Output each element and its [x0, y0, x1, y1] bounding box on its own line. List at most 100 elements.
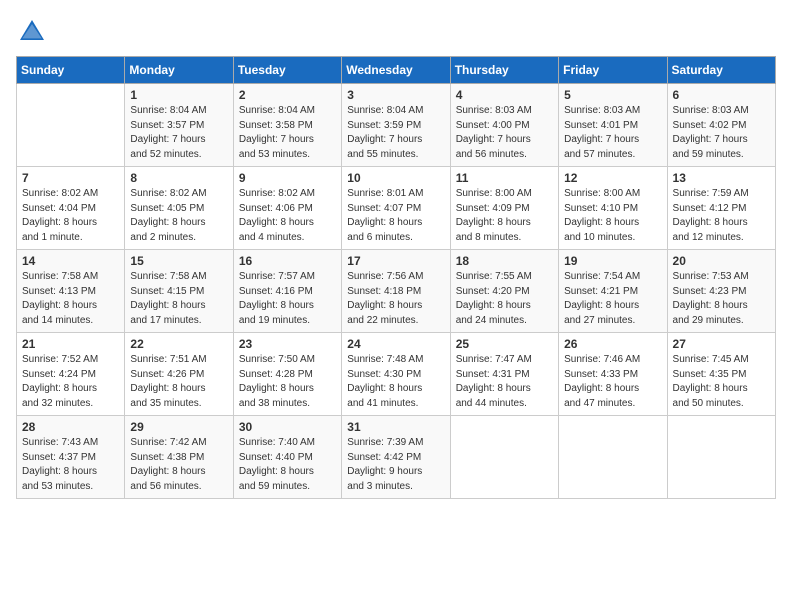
- day-number: 24: [347, 337, 444, 351]
- calendar-cell: 9 Sunrise: 8:02 AM Sunset: 4:06 PM Daylig…: [233, 167, 341, 250]
- day-header-saturday: Saturday: [667, 57, 775, 84]
- calendar-cell: [559, 416, 667, 499]
- day-number: 25: [456, 337, 553, 351]
- calendar-cell: 2 Sunrise: 8:04 AM Sunset: 3:58 PM Daylig…: [233, 84, 341, 167]
- day-header-tuesday: Tuesday: [233, 57, 341, 84]
- day-number: 23: [239, 337, 336, 351]
- day-number: 10: [347, 171, 444, 185]
- calendar-cell: 16Sunrise: 7:57 AM Sunset: 4:16 PM Dayli…: [233, 250, 341, 333]
- day-header-sunday: Sunday: [17, 57, 125, 84]
- calendar-cell: 31Sunrise: 7:39 AM Sunset: 4:42 PM Dayli…: [342, 416, 450, 499]
- day-number: 7: [22, 171, 119, 185]
- day-info: Sunrise: 8:04 AM Sunset: 3:59 PM Dayligh…: [347, 104, 444, 162]
- day-info: Sunrise: 8:01 AM Sunset: 4:07 PM Dayligh…: [347, 187, 444, 245]
- day-info: Sunrise: 7:40 AM Sunset: 4:40 PM Dayligh…: [239, 436, 336, 494]
- day-info: Sunrise: 7:54 AM Sunset: 4:21 PM Dayligh…: [564, 270, 661, 328]
- day-info: Sunrise: 8:00 AM Sunset: 4:09 PM Dayligh…: [456, 187, 553, 245]
- day-info: Sunrise: 7:51 AM Sunset: 4:26 PM Dayligh…: [130, 353, 227, 411]
- day-info: Sunrise: 7:52 AM Sunset: 4:24 PM Dayligh…: [22, 353, 119, 411]
- calendar-week-row: 7 Sunrise: 8:02 AM Sunset: 4:04 PM Daylig…: [17, 167, 776, 250]
- day-number: 30: [239, 420, 336, 434]
- day-number: 1: [130, 88, 227, 102]
- calendar-cell: 13 Sunrise: 7:59 AM Sunset: 4:12 PM Dayli…: [667, 167, 775, 250]
- day-info: Sunrise: 8:04 AM Sunset: 3:57 PM Dayligh…: [130, 104, 227, 162]
- day-number: 16: [239, 254, 336, 268]
- day-info: Sunrise: 8:04 AM Sunset: 3:58 PM Dayligh…: [239, 104, 336, 162]
- day-info: Sunrise: 7:58 AM Sunset: 4:15 PM Dayligh…: [130, 270, 227, 328]
- calendar-cell: 27 Sunrise: 7:45 AM Sunset: 4:35 PM Dayli…: [667, 333, 775, 416]
- day-number: 18: [456, 254, 553, 268]
- page-header: [16, 16, 776, 48]
- day-info: Sunrise: 7:58 AM Sunset: 4:13 PM Dayligh…: [22, 270, 119, 328]
- day-number: 17: [347, 254, 444, 268]
- calendar-week-row: 1 Sunrise: 8:04 AM Sunset: 3:57 PM Daylig…: [17, 84, 776, 167]
- day-info: Sunrise: 7:45 AM Sunset: 4:35 PM Dayligh…: [673, 353, 770, 411]
- day-info: Sunrise: 7:53 AM Sunset: 4:23 PM Dayligh…: [673, 270, 770, 328]
- day-info: Sunrise: 7:46 AM Sunset: 4:33 PM Dayligh…: [564, 353, 661, 411]
- day-number: 21: [22, 337, 119, 351]
- calendar-cell: 25 Sunrise: 7:47 AM Sunset: 4:31 PM Dayli…: [450, 333, 558, 416]
- day-info: Sunrise: 7:43 AM Sunset: 4:37 PM Dayligh…: [22, 436, 119, 494]
- day-header-monday: Monday: [125, 57, 233, 84]
- calendar-cell: 6 Sunrise: 8:03 AM Sunset: 4:02 PM Daylig…: [667, 84, 775, 167]
- day-info: Sunrise: 8:00 AM Sunset: 4:10 PM Dayligh…: [564, 187, 661, 245]
- day-info: Sunrise: 8:03 AM Sunset: 4:02 PM Dayligh…: [673, 104, 770, 162]
- calendar-cell: 21 Sunrise: 7:52 AM Sunset: 4:24 PM Dayli…: [17, 333, 125, 416]
- day-number: 27: [673, 337, 770, 351]
- day-number: 13: [673, 171, 770, 185]
- day-header-friday: Friday: [559, 57, 667, 84]
- calendar-cell: 17 Sunrise: 7:56 AM Sunset: 4:18 PM Dayli…: [342, 250, 450, 333]
- day-info: Sunrise: 7:55 AM Sunset: 4:20 PM Dayligh…: [456, 270, 553, 328]
- day-info: Sunrise: 8:02 AM Sunset: 4:05 PM Dayligh…: [130, 187, 227, 245]
- day-info: Sunrise: 8:03 AM Sunset: 4:01 PM Dayligh…: [564, 104, 661, 162]
- calendar-cell: 24 Sunrise: 7:48 AM Sunset: 4:30 PM Dayli…: [342, 333, 450, 416]
- logo-icon: [16, 16, 48, 48]
- calendar-cell: 5 Sunrise: 8:03 AM Sunset: 4:01 PM Daylig…: [559, 84, 667, 167]
- calendar-cell: 26 Sunrise: 7:46 AM Sunset: 4:33 PM Dayli…: [559, 333, 667, 416]
- calendar-cell: [450, 416, 558, 499]
- day-info: Sunrise: 7:50 AM Sunset: 4:28 PM Dayligh…: [239, 353, 336, 411]
- day-number: 22: [130, 337, 227, 351]
- day-info: Sunrise: 8:03 AM Sunset: 4:00 PM Dayligh…: [456, 104, 553, 162]
- day-number: 26: [564, 337, 661, 351]
- day-number: 8: [130, 171, 227, 185]
- calendar-cell: 18 Sunrise: 7:55 AM Sunset: 4:20 PM Dayli…: [450, 250, 558, 333]
- day-info: Sunrise: 7:47 AM Sunset: 4:31 PM Dayligh…: [456, 353, 553, 411]
- calendar-cell: [17, 84, 125, 167]
- day-info: Sunrise: 7:42 AM Sunset: 4:38 PM Dayligh…: [130, 436, 227, 494]
- calendar-cell: [667, 416, 775, 499]
- day-number: 2: [239, 88, 336, 102]
- calendar-cell: 30 Sunrise: 7:40 AM Sunset: 4:40 PM Dayli…: [233, 416, 341, 499]
- day-number: 29: [130, 420, 227, 434]
- day-number: 9: [239, 171, 336, 185]
- day-number: 6: [673, 88, 770, 102]
- calendar-table: SundayMondayTuesdayWednesdayThursdayFrid…: [16, 56, 776, 499]
- calendar-cell: 1 Sunrise: 8:04 AM Sunset: 3:57 PM Daylig…: [125, 84, 233, 167]
- day-number: 31: [347, 420, 444, 434]
- calendar-cell: 14 Sunrise: 7:58 AM Sunset: 4:13 PM Dayli…: [17, 250, 125, 333]
- calendar-cell: 20 Sunrise: 7:53 AM Sunset: 4:23 PM Dayli…: [667, 250, 775, 333]
- day-number: 4: [456, 88, 553, 102]
- calendar-cell: 19 Sunrise: 7:54 AM Sunset: 4:21 PM Dayli…: [559, 250, 667, 333]
- calendar-header-row: SundayMondayTuesdayWednesdayThursdayFrid…: [17, 57, 776, 84]
- calendar-cell: 28 Sunrise: 7:43 AM Sunset: 4:37 PM Dayli…: [17, 416, 125, 499]
- day-info: Sunrise: 8:02 AM Sunset: 4:06 PM Dayligh…: [239, 187, 336, 245]
- day-info: Sunrise: 7:48 AM Sunset: 4:30 PM Dayligh…: [347, 353, 444, 411]
- day-info: Sunrise: 7:56 AM Sunset: 4:18 PM Dayligh…: [347, 270, 444, 328]
- day-number: 3: [347, 88, 444, 102]
- calendar-cell: 3 Sunrise: 8:04 AM Sunset: 3:59 PM Daylig…: [342, 84, 450, 167]
- calendar-cell: 4 Sunrise: 8:03 AM Sunset: 4:00 PM Daylig…: [450, 84, 558, 167]
- day-number: 5: [564, 88, 661, 102]
- day-info: Sunrise: 7:59 AM Sunset: 4:12 PM Dayligh…: [673, 187, 770, 245]
- day-number: 14: [22, 254, 119, 268]
- day-number: 20: [673, 254, 770, 268]
- calendar-cell: 10 Sunrise: 8:01 AM Sunset: 4:07 PM Dayli…: [342, 167, 450, 250]
- day-number: 19: [564, 254, 661, 268]
- calendar-week-row: 14 Sunrise: 7:58 AM Sunset: 4:13 PM Dayli…: [17, 250, 776, 333]
- calendar-cell: 8 Sunrise: 8:02 AM Sunset: 4:05 PM Daylig…: [125, 167, 233, 250]
- day-number: 28: [22, 420, 119, 434]
- day-number: 15: [130, 254, 227, 268]
- day-number: 12: [564, 171, 661, 185]
- day-info: Sunrise: 8:02 AM Sunset: 4:04 PM Dayligh…: [22, 187, 119, 245]
- calendar-week-row: 28 Sunrise: 7:43 AM Sunset: 4:37 PM Dayli…: [17, 416, 776, 499]
